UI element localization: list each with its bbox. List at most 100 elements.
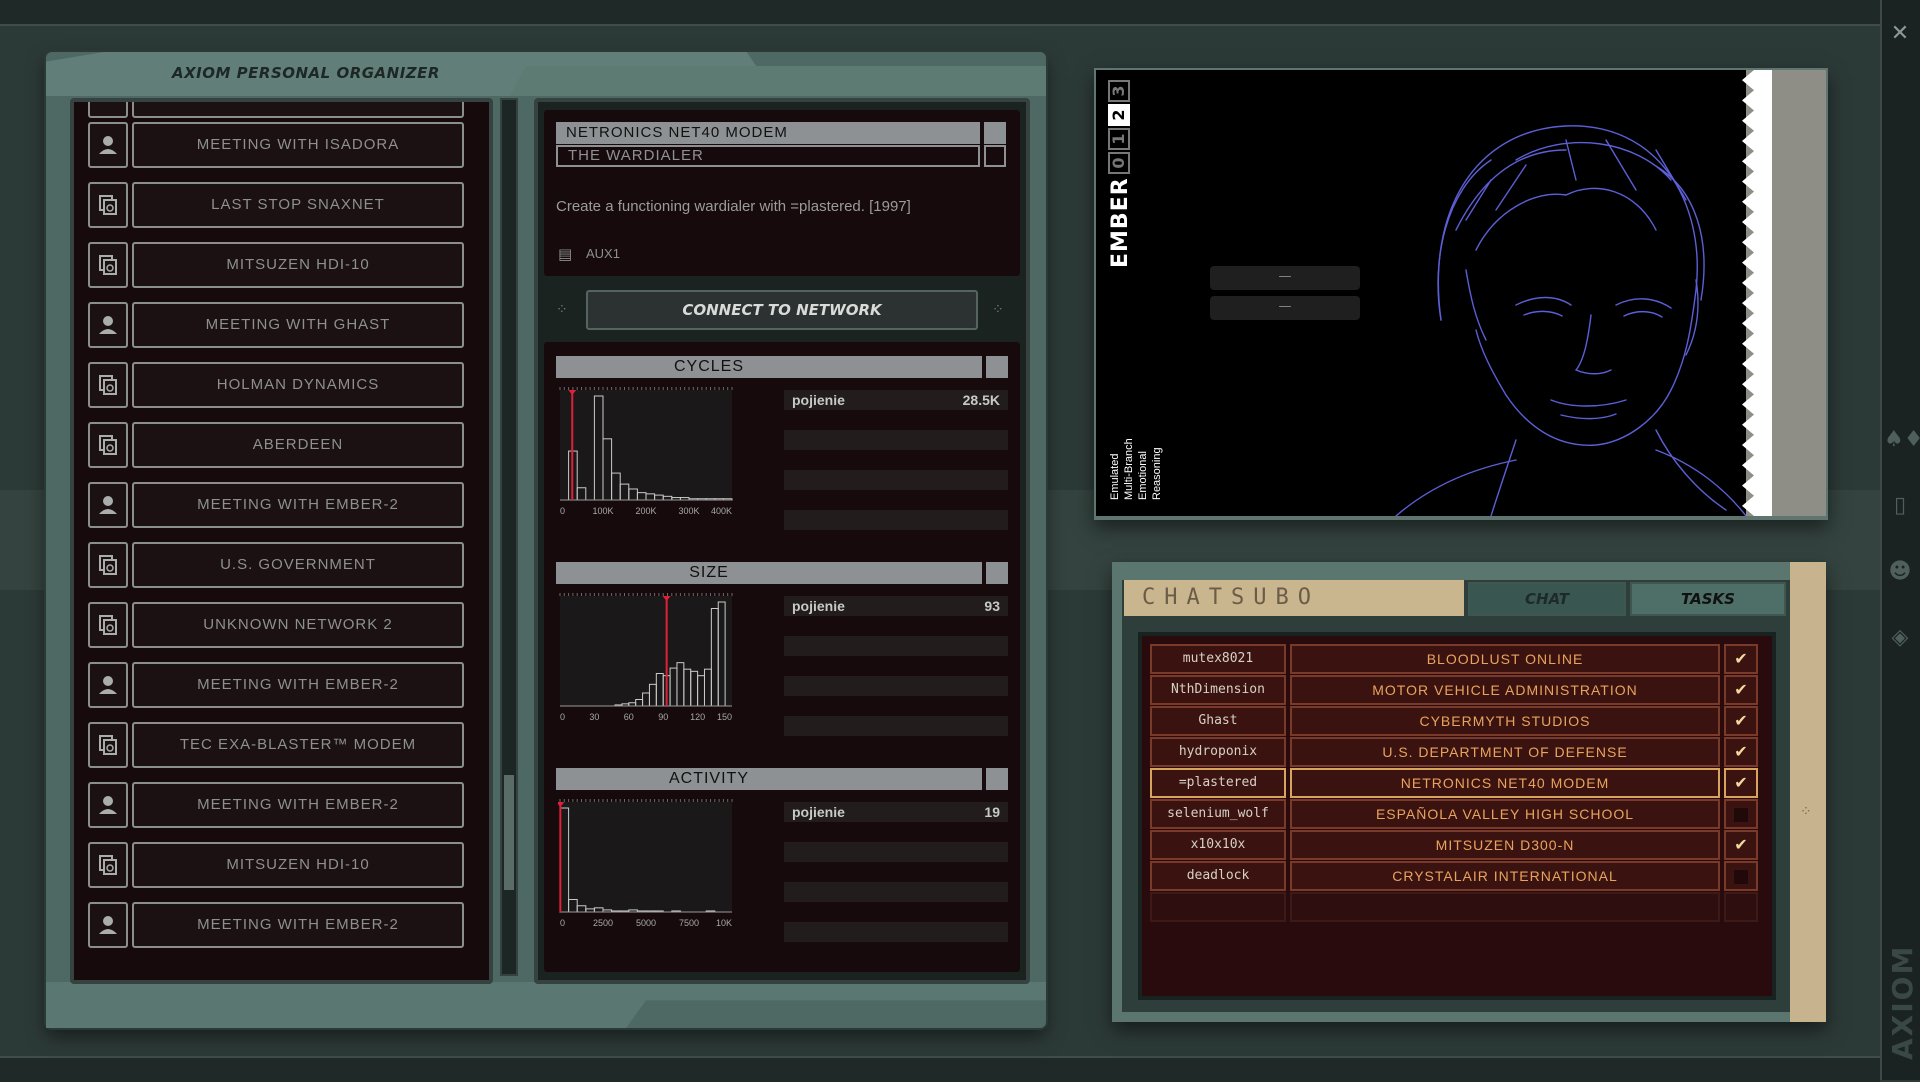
connector-left-icon: ⁘: [556, 302, 568, 318]
ember-portrait: [1096, 70, 1746, 516]
trait-multi-branch: Multi-Branch: [1123, 438, 1135, 500]
stat-row-empty: [784, 430, 1008, 450]
grip-icon[interactable]: ⁘: [1800, 804, 1812, 820]
organizer-item-label: MEETING WITH EMBER-2: [132, 482, 464, 528]
organizer-item[interactable]: ABERDEEN: [88, 422, 464, 468]
network-icon: [88, 542, 128, 588]
task-row[interactable]: =plastered NETRONICS NET40 MODEM ✔: [1150, 768, 1760, 798]
x-tick-label: 120: [690, 712, 705, 722]
network-icon: [88, 422, 128, 468]
task-row[interactable]: x10x10x MITSUZEN D300-N ✔: [1150, 830, 1760, 860]
x-tick-label: 100K: [592, 506, 613, 516]
close-icon[interactable]: ✕: [1884, 14, 1916, 54]
network-icon: [88, 602, 128, 648]
organizer-item-label: MEETING WITH EMBER-2: [132, 902, 464, 948]
organizer-item-label: MEETING WITH GHAST: [132, 302, 464, 348]
task-row[interactable]: Ghast CYBERMYTH STUDIOS ✔: [1150, 706, 1760, 736]
handheld-icon[interactable]: ▯: [1884, 486, 1916, 526]
organizer-item[interactable]: U.S. GOVERNMENT: [88, 542, 464, 588]
ember-option-button[interactable]: —: [1210, 296, 1360, 320]
size-header-marker: [986, 562, 1008, 584]
organizer-item-label: ABERDEEN: [132, 422, 464, 468]
tab-tasks[interactable]: TASKS: [1630, 582, 1786, 616]
organizer-scroll-thumb[interactable]: [504, 775, 514, 890]
task-selected-item[interactable]: NETRONICS NET40 MODEM: [556, 122, 980, 144]
tab-chat[interactable]: CHAT: [1468, 582, 1626, 616]
organizer-item-label: U.S. GOVERNMENT: [132, 542, 464, 588]
check-icon: ✔: [1724, 830, 1758, 860]
unchecked-box-icon: [1724, 861, 1758, 891]
activity-histogram: 0 2500 5000 7500 10K: [558, 799, 733, 928]
organizer-right-tab: [510, 66, 1046, 96]
person-icon: [88, 662, 128, 708]
x-tick-label: 60: [624, 712, 634, 722]
task-row[interactable]: selenium_wolf ESPAÑOLA VALLEY HIGH SCHOOL: [1150, 799, 1760, 829]
activity-stat-name: pojienie: [792, 804, 845, 820]
task-user: deadlock: [1150, 861, 1286, 891]
stat-row-empty: [784, 510, 1008, 530]
network-icon: [88, 722, 128, 768]
organizer-item[interactable]: TEC EXA-BLASTER™ MODEM: [88, 722, 464, 768]
organizer-item[interactable]: MEETING WITH EMBER-2: [88, 782, 464, 828]
plot-area: [560, 596, 732, 706]
organizer-item-label: MEETING WITH EMBER-2: [132, 782, 464, 828]
ember-option-button[interactable]: —: [1210, 266, 1360, 290]
empty-check-cell: [1724, 892, 1758, 922]
organizer-item[interactable]: MEETING WITH EMBER-2: [88, 662, 464, 708]
task-row[interactable]: mutex8021 BLOODLUST ONLINE ✔: [1150, 644, 1760, 674]
organizer-item[interactable]: LAST STOP SNAXNET: [88, 182, 464, 228]
stat-row-empty: [784, 676, 1008, 696]
organizer-item-label: MEETING WITH ISADORA: [132, 122, 464, 168]
connect-to-network-button[interactable]: CONNECT TO NETWORK: [586, 290, 978, 330]
avatar-icon[interactable]: ☻: [1884, 552, 1916, 592]
stats-box: CYCLES 0 100K 200K 300K 400K pojienie 28.5K S…: [544, 342, 1020, 972]
trait-reasoning: Reasoning: [1151, 447, 1163, 500]
organizer-item[interactable]: MEETING WITH GHAST: [88, 302, 464, 348]
x-tick-label: 0: [560, 712, 565, 722]
activity-header: ACTIVITY: [556, 768, 982, 790]
task-target: ESPAÑOLA VALLEY HIGH SCHOOL: [1290, 799, 1720, 829]
organizer-item[interactable]: MEETING WITH EMBER-2: [88, 482, 464, 528]
organizer-item-label: LAST STOP SNAXNET: [132, 182, 464, 228]
aux-label: AUX1: [586, 246, 620, 261]
version-2[interactable]: 2: [1108, 104, 1130, 126]
task-secondary-item[interactable]: THE WARDIALER: [556, 145, 980, 167]
cycles-header-marker: [986, 356, 1008, 378]
task-user: [1150, 892, 1286, 922]
organizer-item[interactable]: MEETING WITH ISADORA: [88, 122, 464, 168]
version-0[interactable]: 0: [1108, 152, 1130, 174]
x-tick-label: 200K: [635, 506, 656, 516]
cycles-stat-name: pojienie: [792, 392, 845, 408]
cards-icon[interactable]: ♠♦: [1884, 420, 1920, 460]
task-target: CYBERMYTH STUDIOS: [1290, 706, 1720, 736]
version-3[interactable]: 3: [1108, 80, 1130, 102]
person-icon: [88, 302, 128, 348]
organizer-item[interactable]: MEETING WITH EMBER-2: [88, 902, 464, 948]
plot-area: [560, 390, 732, 500]
organizer-item[interactable]: MITSUZEN HDI-10: [88, 242, 464, 288]
organizer-item[interactable]: UNKNOWN NETWORK 2: [88, 602, 464, 648]
organizer-item[interactable]: HOLMAN DYNAMICS: [88, 362, 464, 408]
ember-face-illustration: [1395, 125, 1746, 516]
network-icon: [88, 362, 128, 408]
check-icon: ✔: [1724, 644, 1758, 674]
layers-icon[interactable]: ◈: [1884, 618, 1916, 658]
person-icon: [88, 902, 128, 948]
task-row[interactable]: hydroponix U.S. DEPARTMENT OF DEFENSE ✔: [1150, 737, 1760, 767]
task-user: hydroponix: [1150, 737, 1286, 767]
chatsubo-side-strip: [1790, 562, 1826, 1022]
organizer-item[interactable]: MITSUZEN HDI-10: [88, 842, 464, 888]
x-tick-label: 5000: [636, 918, 656, 928]
version-1[interactable]: 1: [1108, 128, 1130, 150]
tasks-panel: mutex8021 BLOODLUST ONLINE ✔ NthDimension MO…: [1138, 632, 1776, 1000]
cycles-header: CYCLES: [556, 356, 982, 378]
organizer-item-label: MEETING WITH EMBER-2: [132, 662, 464, 708]
cycles-stat-row: pojienie 28.5K: [784, 390, 1008, 410]
task-user: selenium_wolf: [1150, 799, 1286, 829]
task-row[interactable]: deadlock CRYSTALAIR INTERNATIONAL: [1150, 861, 1760, 891]
stat-row-empty: [784, 470, 1008, 490]
task-row[interactable]: NthDimension MOTOR VEHICLE ADMINISTRATION…: [1150, 675, 1760, 705]
size-header: SIZE: [556, 562, 982, 584]
chatsubo-title: CHATSUBO: [1124, 580, 1464, 616]
connector-right-icon: ⁘: [992, 302, 1004, 318]
